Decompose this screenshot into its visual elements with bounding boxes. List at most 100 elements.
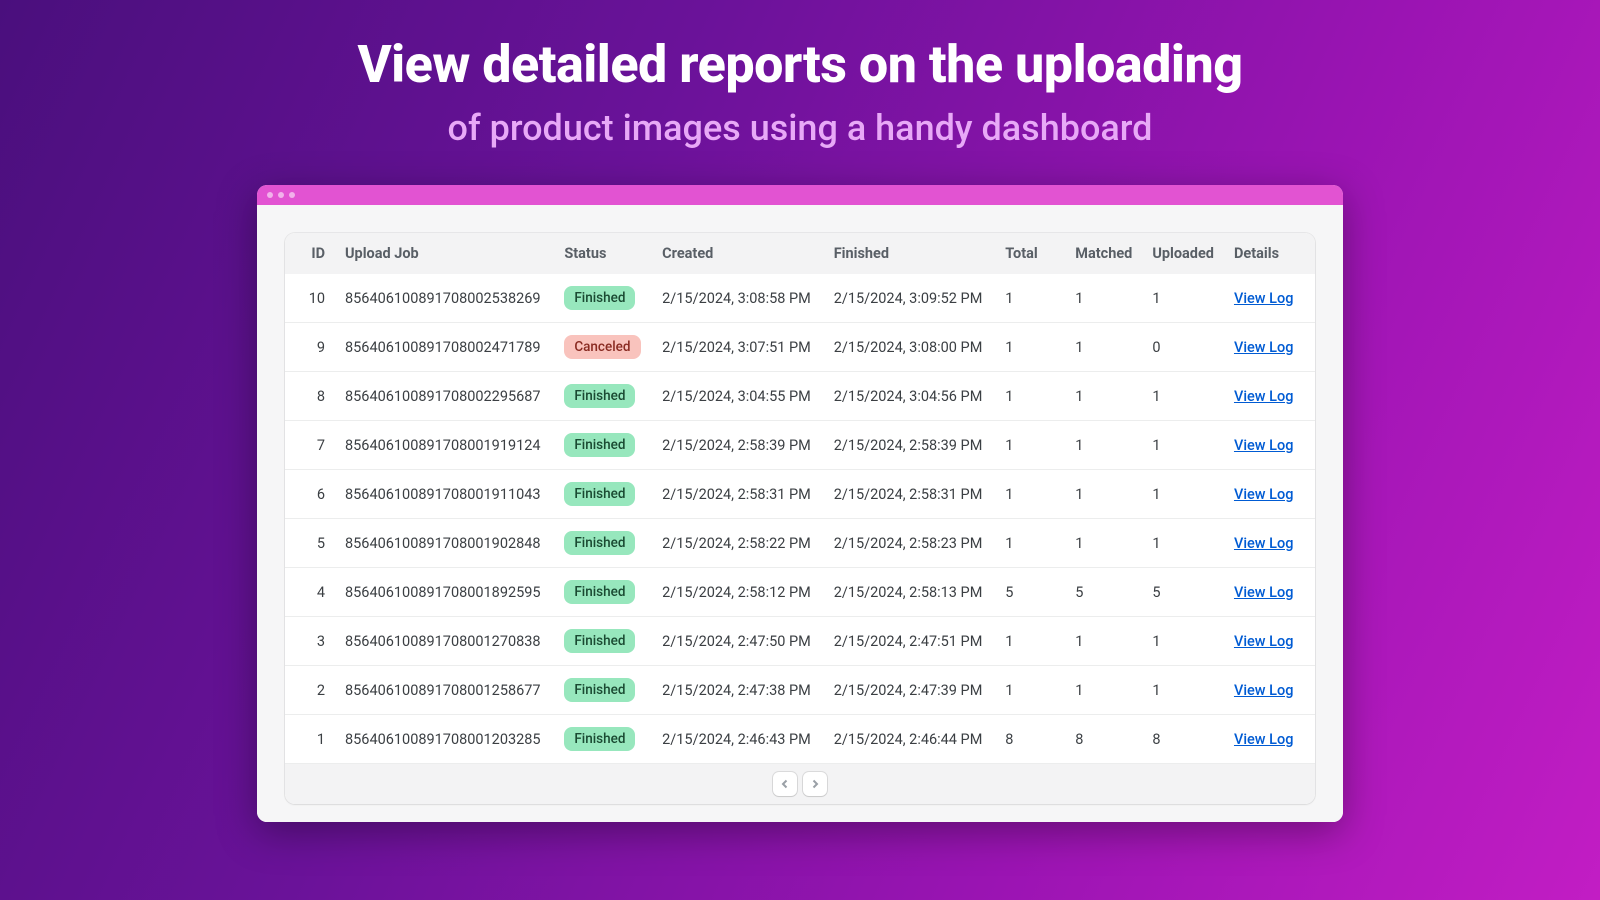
cell-finished: 2/15/2024, 2:47:39 PM [824, 666, 996, 715]
cell-created: 2/15/2024, 2:47:50 PM [652, 617, 824, 666]
col-header-created: Created [652, 233, 824, 274]
cell-total: 1 [995, 617, 1065, 666]
table-header-row: ID Upload Job Status Created Finished To… [285, 233, 1315, 274]
cell-matched: 1 [1065, 666, 1142, 715]
cell-details: View Log [1224, 568, 1315, 617]
cell-total: 1 [995, 372, 1065, 421]
window-content: ID Upload Job Status Created Finished To… [257, 205, 1343, 822]
table-row: 9856406100891708002471789Canceled2/15/20… [285, 323, 1315, 372]
cell-finished: 2/15/2024, 2:46:44 PM [824, 715, 996, 764]
cell-upload-job: 856406100891708002295687 [335, 372, 554, 421]
cell-finished: 2/15/2024, 3:04:56 PM [824, 372, 996, 421]
cell-status: Finished [554, 470, 652, 519]
view-log-link[interactable]: View Log [1234, 633, 1293, 650]
cell-upload-job: 856406100891708002471789 [335, 323, 554, 372]
cell-uploaded: 1 [1142, 421, 1224, 470]
cell-id: 5 [285, 519, 335, 568]
table-row: 10856406100891708002538269 Finished 2/15/2… [285, 274, 1315, 323]
cell-created: 2/15/2024, 2:58:31 PM [652, 470, 824, 519]
app-window: ID Upload Job Status Created Finished To… [257, 185, 1343, 822]
chevron-left-icon [780, 777, 790, 792]
view-log-link[interactable]: View Log [1234, 731, 1293, 748]
cell-details: View Log [1224, 519, 1315, 568]
col-header-finished: Finished [824, 233, 996, 274]
view-log-link[interactable]: View Log [1234, 388, 1293, 405]
col-header-id: ID [285, 233, 335, 274]
col-header-upload-job: Upload Job [335, 233, 554, 274]
view-log-link[interactable]: View Log [1234, 339, 1293, 356]
cell-uploaded: 0 [1142, 323, 1224, 372]
cell-id: 3 [285, 617, 335, 666]
cell-created: 2/15/2024, 3:04:55 PM [652, 372, 824, 421]
view-log-link[interactable]: View Log [1234, 437, 1293, 454]
cell-total: 5 [995, 568, 1065, 617]
cell-uploaded: 1 [1142, 519, 1224, 568]
col-header-status: Status [554, 233, 652, 274]
table-row: 3856406100891708001270838Finished2/15/20… [285, 617, 1315, 666]
traffic-light-dot [278, 192, 284, 198]
cell-id: 8 [285, 372, 335, 421]
cell-status: Finished [554, 666, 652, 715]
cell-id: 2 [285, 666, 335, 715]
cell-id: 10 [285, 274, 335, 323]
cell-uploaded: 1 [1142, 617, 1224, 666]
cell-uploaded: 5 [1142, 568, 1224, 617]
cell-status: Canceled [554, 323, 652, 372]
cell-upload-job: 856406100891708001911043 [335, 470, 554, 519]
view-log-link[interactable]: View Log [1234, 290, 1293, 307]
status-badge: Finished [564, 433, 635, 457]
cell-status: Finished [554, 421, 652, 470]
cell-status: Finished [554, 372, 652, 421]
status-badge: Finished [564, 531, 635, 555]
cell-created: 2/15/2024, 2:47:38 PM [652, 666, 824, 715]
status-badge: Finished [564, 629, 635, 653]
cell-details: View Log [1224, 715, 1315, 764]
cell-status: Finished [554, 568, 652, 617]
pager-next-button[interactable] [803, 772, 827, 796]
cell-finished: 2/15/2024, 2:58:13 PM [824, 568, 996, 617]
cell-details: View Log [1224, 666, 1315, 715]
cell-details: View Log [1224, 421, 1315, 470]
view-log-link[interactable]: View Log [1234, 682, 1293, 699]
cell-matched: 1 [1065, 617, 1142, 666]
view-log-link[interactable]: View Log [1234, 584, 1293, 601]
cell-created: 2/15/2024, 2:46:43 PM [652, 715, 824, 764]
cell-status: Finished [554, 274, 652, 323]
view-log-link[interactable]: View Log [1234, 535, 1293, 552]
cell-created: 2/15/2024, 2:58:22 PM [652, 519, 824, 568]
cell-created: 2/15/2024, 3:08:58 PM [652, 274, 824, 323]
col-header-total: Total [995, 233, 1065, 274]
cell-upload-job: 856406100891708001203285 [335, 715, 554, 764]
cell-matched: 5 [1065, 568, 1142, 617]
headline-title: View detailed reports on the uploading [0, 34, 1600, 95]
status-badge: Finished [564, 482, 635, 506]
cell-matched: 1 [1065, 274, 1142, 323]
pagination [285, 763, 1315, 804]
cell-upload-job: 856406100891708001902848 [335, 519, 554, 568]
cell-uploaded: 1 [1142, 372, 1224, 421]
traffic-light-dot [267, 192, 273, 198]
cell-upload-job: 856406100891708001258677 [335, 666, 554, 715]
cell-uploaded: 1 [1142, 666, 1224, 715]
reports-card: ID Upload Job Status Created Finished To… [285, 233, 1315, 804]
cell-id: 4 [285, 568, 335, 617]
cell-matched: 1 [1065, 470, 1142, 519]
status-badge: Canceled [564, 335, 640, 359]
cell-uploaded: 8 [1142, 715, 1224, 764]
status-badge: Finished [564, 286, 635, 310]
cell-total: 1 [995, 666, 1065, 715]
table-row: 8856406100891708002295687Finished2/15/20… [285, 372, 1315, 421]
cell-id: 7 [285, 421, 335, 470]
cell-matched: 1 [1065, 323, 1142, 372]
cell-created: 2/15/2024, 3:07:51 PM [652, 323, 824, 372]
cell-upload-job: 856406100891708002538269 [335, 274, 554, 323]
pager-prev-button[interactable] [773, 772, 797, 796]
traffic-light-dot [289, 192, 295, 198]
headline-subtitle: of product images using a handy dashboar… [0, 107, 1600, 149]
cell-finished: 2/15/2024, 2:58:39 PM [824, 421, 996, 470]
cell-total: 8 [995, 715, 1065, 764]
cell-status: Finished [554, 519, 652, 568]
view-log-link[interactable]: View Log [1234, 486, 1293, 503]
cell-total: 1 [995, 323, 1065, 372]
status-badge: Finished [564, 678, 635, 702]
